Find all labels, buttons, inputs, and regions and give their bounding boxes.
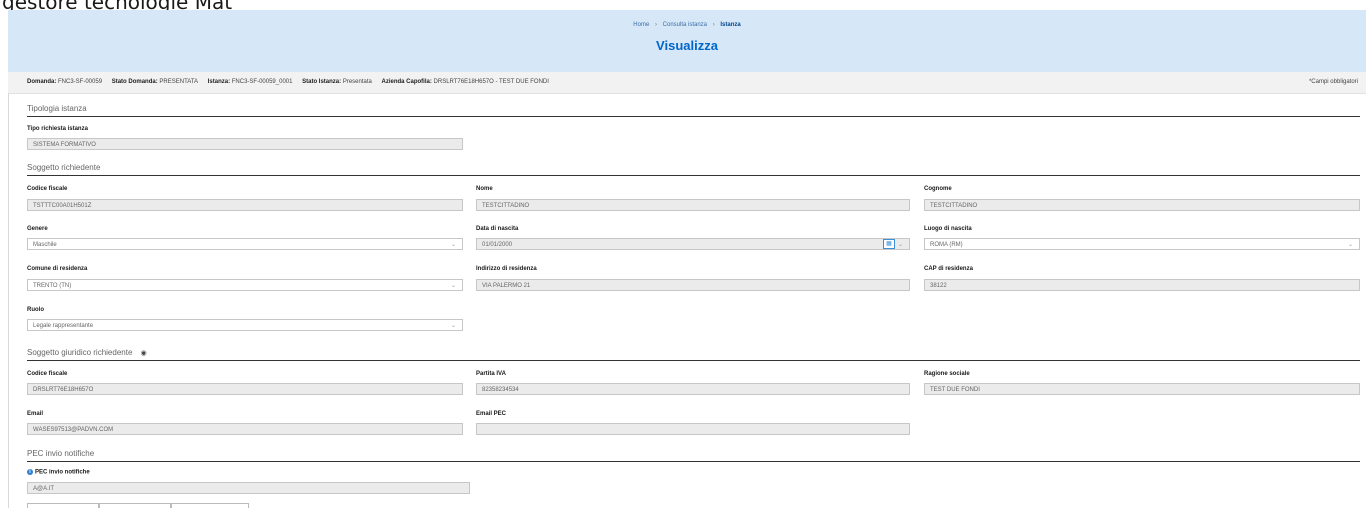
pec-notifiche-label: PEC invio notifiche	[35, 469, 90, 476]
section-tipologia-istanza: Tipologia istanza	[27, 104, 1360, 117]
pec-notifiche-field[interactable]: A@A.IT	[27, 482, 470, 494]
section-soggetto-giuridico-label: Soggetto giuridico richiedente	[27, 348, 133, 357]
partita-iva-field[interactable]: 82358234534	[476, 383, 910, 395]
azienda-capofila-value: DRSLRT76E18H657O - TEST DUE FONDI	[433, 79, 549, 85]
genere-value: Maschile	[33, 242, 57, 248]
required-fields-note: *Campi obbligatori	[1308, 79, 1358, 85]
codice-fiscale-label: Codice fiscale	[27, 186, 68, 192]
cap-residenza-label: CAP di residenza	[924, 266, 973, 272]
comune-residenza-value: TRENTO (TN)	[33, 283, 72, 289]
top-caption: gestore tecnologie Mat	[2, 0, 232, 10]
indirizzo-residenza-label: Indirizzo di residenza	[476, 266, 537, 272]
domanda-label: Domanda:	[27, 79, 57, 85]
ragione-sociale-field[interactable]: TEST DUE FONDI	[924, 383, 1360, 395]
genere-select[interactable]: Maschile ⌄	[27, 238, 463, 250]
breadcrumb-separator: ›	[712, 22, 715, 28]
breadcrumb: Home › Consulta istanza › Istanza	[8, 22, 1366, 28]
ragione-sociale-label: Ragione sociale	[924, 371, 970, 377]
tab-partial[interactable]	[27, 503, 99, 508]
left-border	[8, 93, 9, 508]
email-pec-label: Email PEC	[476, 411, 507, 417]
chevron-down-icon: ⌄	[450, 323, 456, 329]
tipo-richiesta-label: Tipo richiesta istanza	[27, 126, 88, 132]
sg-codice-fiscale-label: Codice fiscale	[27, 371, 68, 377]
nome-field[interactable]: TESTCITTADINO	[476, 199, 910, 211]
luogo-nascita-label: Luogo di nascita	[924, 226, 972, 232]
ruolo-label: Ruolo	[27, 307, 44, 313]
tab-partial[interactable]	[171, 503, 249, 508]
tab-partial[interactable]	[99, 503, 171, 508]
top-caption-strip: gestore tecnologie Mat	[0, 0, 1366, 10]
email-field[interactable]: WASES97513@PADVN.COM	[27, 423, 463, 435]
luogo-nascita-select[interactable]: ROMA (RM) ⌄	[924, 238, 1360, 250]
email-label: Email	[27, 411, 44, 417]
domanda-value: FNC3-SF-00059	[58, 79, 103, 85]
partita-iva-label: Partita IVA	[476, 371, 506, 377]
genere-label: Genere	[27, 226, 48, 232]
stato-domanda-label: Stato Domanda:	[111, 79, 158, 85]
ruolo-value: Legale rappresentante	[33, 323, 94, 329]
comune-residenza-label: Comune di residenza	[27, 266, 88, 272]
eye-icon[interactable]: ◉	[141, 349, 147, 359]
section-pec-notifiche: PEC invio notifiche	[27, 449, 1360, 462]
chevron-down-icon: ⌄	[450, 242, 456, 248]
comune-residenza-select[interactable]: TRENTO (TN) ⌄	[27, 279, 463, 291]
cognome-field[interactable]: TESTCITTADINO	[924, 199, 1360, 211]
chevron-down-icon: ⌄	[450, 283, 456, 289]
section-soggetto-richiedente: Soggetto richiedente	[27, 163, 1360, 176]
cognome-label: Cognome	[924, 186, 952, 192]
stato-istanza-label: Stato Istanza:	[302, 79, 342, 85]
chevron-down-icon[interactable]: ⌄	[898, 239, 903, 249]
luogo-nascita-value: ROMA (RM)	[930, 242, 963, 248]
info-icon: i	[27, 469, 33, 475]
sg-codice-fiscale-field[interactable]: DRSLRT76E18H657O	[27, 383, 463, 395]
cap-residenza-field[interactable]: 38122	[924, 279, 1360, 291]
calendar-icon[interactable]: ▦	[883, 239, 895, 249]
data-nascita-label: Data di nascita	[476, 226, 519, 232]
istanza-label: Istanza:	[207, 79, 231, 85]
nome-label: Nome	[476, 186, 493, 192]
indirizzo-residenza-field[interactable]: VIA PALERMO 21	[476, 279, 910, 291]
breadcrumb-consulta-istanza[interactable]: Consulta istanza	[663, 22, 707, 28]
page-header: Home › Consulta istanza › Istanza Visual…	[8, 10, 1366, 72]
section-soggetto-giuridico: Soggetto giuridico richiedente ◉	[27, 348, 1360, 361]
breadcrumb-home[interactable]: Home	[633, 22, 649, 28]
breadcrumb-current: Istanza	[720, 22, 741, 28]
breadcrumb-separator: ›	[654, 22, 657, 28]
azienda-capofila-label: Azienda Capofila:	[381, 79, 432, 85]
tipo-richiesta-field[interactable]: SISTEMA FORMATIVO	[27, 138, 463, 150]
stato-domanda-value: PRESENTATA	[159, 79, 199, 85]
email-pec-field[interactable]	[476, 423, 910, 435]
pec-notifiche-label-row: i PEC invio notifiche	[27, 469, 90, 476]
page-title: Visualizza	[656, 38, 718, 53]
data-nascita-field[interactable]: 01/01/2000 ▦ ⌄	[476, 238, 910, 250]
chevron-down-icon: ⌄	[1347, 242, 1353, 248]
data-nascita-value: 01/01/2000	[482, 242, 513, 248]
istanza-value: FNC3-SF-00059_0001	[231, 79, 293, 85]
summary-bar: Domanda: FNC3-SF-00059 Stato Domanda: PR…	[8, 72, 1366, 94]
stato-istanza-value: Presentata	[342, 79, 372, 85]
codice-fiscale-field[interactable]: TSTTTC00A01H501Z	[27, 199, 463, 211]
ruolo-select[interactable]: Legale rappresentante ⌄	[27, 319, 463, 331]
